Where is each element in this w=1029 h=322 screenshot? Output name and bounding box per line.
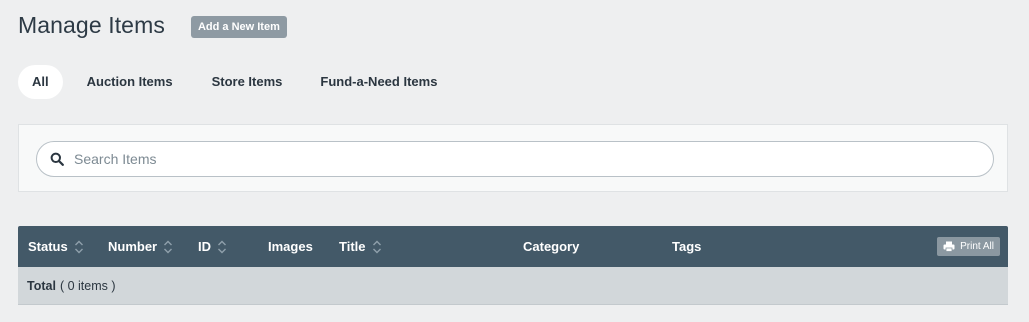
search-panel bbox=[18, 124, 1008, 192]
printer-icon bbox=[943, 241, 955, 252]
sort-icon bbox=[163, 239, 173, 255]
total-row: Total ( 0 items ) bbox=[18, 267, 1008, 305]
tab-store-items[interactable]: Store Items bbox=[198, 65, 297, 99]
column-label: Title bbox=[339, 239, 366, 254]
sort-icon bbox=[372, 239, 382, 255]
column-number[interactable]: Number bbox=[108, 226, 173, 267]
total-label: Total bbox=[27, 278, 56, 293]
print-all-button[interactable]: Print All bbox=[937, 237, 1000, 256]
tab-all[interactable]: All bbox=[18, 65, 63, 99]
column-label: Tags bbox=[672, 239, 702, 254]
search-icon bbox=[50, 152, 64, 166]
column-category: Category bbox=[523, 226, 579, 267]
sort-icon bbox=[74, 239, 84, 255]
sort-icon bbox=[217, 239, 227, 255]
column-label: ID bbox=[198, 239, 211, 254]
column-status[interactable]: Status bbox=[28, 226, 84, 267]
search-input[interactable] bbox=[72, 150, 993, 168]
total-count: ( 0 items ) bbox=[59, 278, 116, 293]
column-id[interactable]: ID bbox=[198, 226, 227, 267]
column-title[interactable]: Title bbox=[339, 226, 382, 267]
page-header: Manage Items Add a New Item bbox=[18, 12, 287, 39]
table-header: Status Number ID Images Title Category T… bbox=[18, 226, 1008, 267]
page-title: Manage Items bbox=[18, 12, 165, 38]
column-label: Images bbox=[268, 239, 313, 254]
column-label: Number bbox=[108, 239, 158, 254]
column-images: Images bbox=[268, 226, 313, 267]
column-label: Status bbox=[28, 239, 68, 254]
add-new-item-button[interactable]: Add a New Item bbox=[190, 15, 287, 38]
print-all-label: Print All bbox=[960, 241, 994, 252]
items-table: Status Number ID Images Title Category T… bbox=[18, 226, 1008, 305]
tab-fund-a-need-items[interactable]: Fund-a-Need Items bbox=[306, 65, 451, 99]
tab-auction-items[interactable]: Auction Items bbox=[73, 65, 187, 99]
column-tags: Tags bbox=[672, 226, 701, 267]
search-box[interactable] bbox=[36, 141, 994, 177]
item-tabs: All Auction Items Store Items Fund-a-Nee… bbox=[18, 65, 461, 99]
column-label: Category bbox=[523, 239, 580, 254]
